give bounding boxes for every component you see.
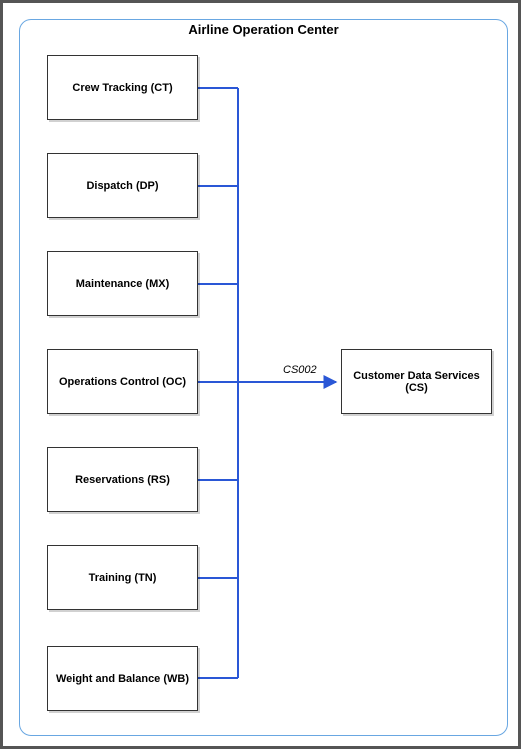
node-label: Crew Tracking (CT) <box>72 82 172 94</box>
node-label: Weight and Balance (WB) <box>56 673 189 685</box>
node-label: Operations Control (OC) <box>59 376 186 388</box>
node-label: Dispatch (DP) <box>86 180 158 192</box>
node-reservations: Reservations (RS) <box>47 447 198 512</box>
node-customer-data-services: Customer Data Services (CS) <box>341 349 492 414</box>
node-weight-and-balance: Weight and Balance (WB) <box>47 646 198 711</box>
node-crew-tracking: Crew Tracking (CT) <box>47 55 198 120</box>
node-operations-control: Operations Control (OC) <box>47 349 198 414</box>
diagram-frame: Airline Operation Center CS002 Crew <box>0 0 521 749</box>
node-label: Reservations (RS) <box>75 474 170 486</box>
container-title: Airline Operation Center <box>20 22 507 37</box>
node-label: Training (TN) <box>89 572 157 584</box>
edge-label-cs002: CS002 <box>283 364 317 376</box>
node-maintenance: Maintenance (MX) <box>47 251 198 316</box>
node-dispatch: Dispatch (DP) <box>47 153 198 218</box>
node-label: Maintenance (MX) <box>76 278 170 290</box>
node-training: Training (TN) <box>47 545 198 610</box>
node-label: Customer Data Services (CS) <box>346 370 487 394</box>
